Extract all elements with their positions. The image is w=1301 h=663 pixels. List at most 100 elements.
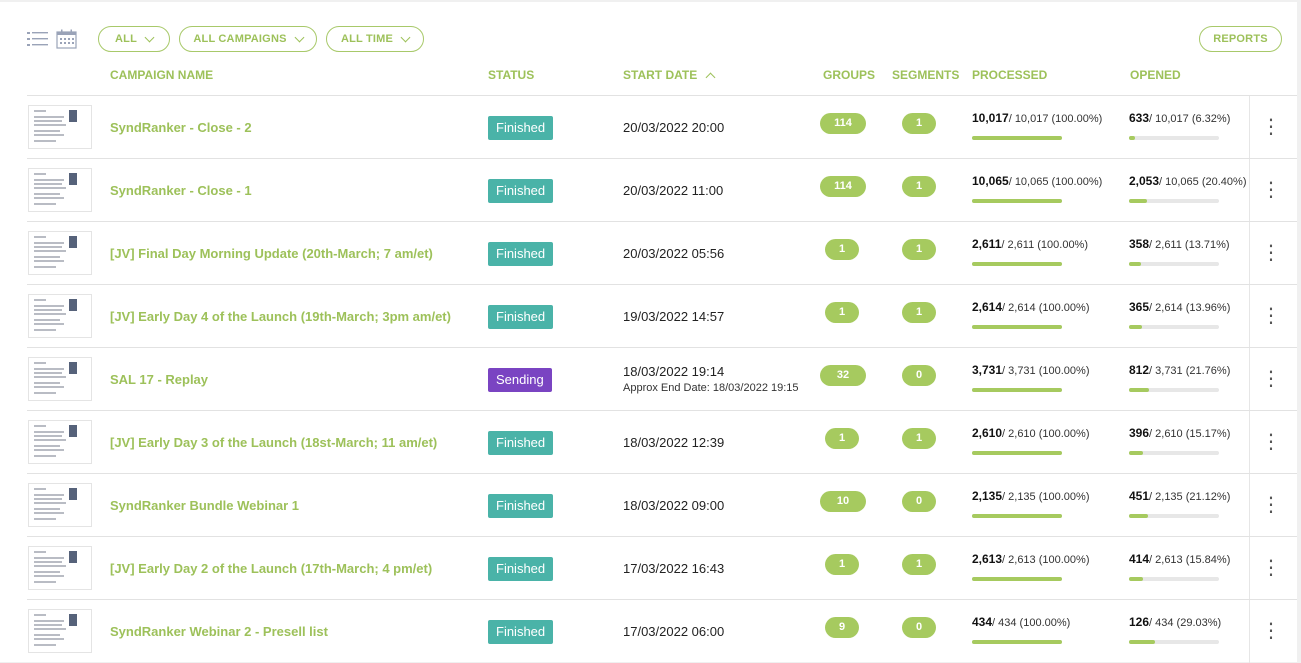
- col-opened[interactable]: OPENED: [1130, 68, 1181, 82]
- email-thumbnail[interactable]: [28, 546, 92, 590]
- col-groups[interactable]: GROUPS: [823, 68, 875, 82]
- segments-badge[interactable]: 1: [902, 428, 936, 449]
- groups-badge[interactable]: 114: [820, 176, 866, 197]
- table-row[interactable]: [JV] Final Day Morning Update (20th-Marc…: [27, 221, 1297, 285]
- kebab-menu-icon[interactable]: ⋮: [1261, 303, 1281, 329]
- table-row[interactable]: [JV] Early Day 4 of the Launch (19th-Mar…: [27, 284, 1297, 348]
- campaign-name-link[interactable]: SyndRanker - Close - 1: [110, 183, 252, 198]
- email-thumbnail[interactable]: [28, 420, 92, 464]
- filter-campaigns-dropdown[interactable]: ALL CAMPAIGNS: [179, 26, 317, 52]
- kebab-menu-icon[interactable]: ⋮: [1261, 555, 1281, 581]
- campaign-name-link[interactable]: SyndRanker - Close - 2: [110, 120, 252, 135]
- opened-progress-bar: [1129, 262, 1219, 266]
- kebab-menu-icon[interactable]: ⋮: [1261, 492, 1281, 518]
- kebab-menu-icon[interactable]: ⋮: [1261, 366, 1281, 392]
- email-thumbnail[interactable]: [28, 483, 92, 527]
- opened-value: 414/ 2,613 (15.84%): [1129, 552, 1230, 566]
- thumbnail-line: [34, 449, 64, 451]
- col-campaign-name[interactable]: CAMPAIGN NAME: [110, 68, 213, 82]
- campaign-name-link[interactable]: [JV] Early Day 2 of the Launch (17th-Mar…: [110, 561, 432, 576]
- email-thumbnail[interactable]: [28, 357, 92, 401]
- thumbnail-line: [34, 386, 64, 388]
- table-row[interactable]: SAL 17 - Replay Sending 18/03/2022 19:14…: [27, 347, 1297, 411]
- email-thumbnail[interactable]: [28, 609, 92, 653]
- thumbnail-line: [34, 313, 66, 315]
- opened-value: 358/ 2,611 (13.71%): [1129, 237, 1230, 251]
- col-status[interactable]: STATUS: [488, 68, 534, 82]
- thumbnail-line: [34, 445, 60, 447]
- opened-count: 126: [1129, 615, 1150, 629]
- email-thumbnail[interactable]: [28, 105, 92, 149]
- col-processed[interactable]: PROCESSED: [972, 68, 1047, 82]
- status-badge: Finished: [488, 179, 554, 203]
- opened-progress-bar: [1129, 388, 1219, 392]
- email-thumbnail[interactable]: [28, 231, 92, 275]
- chevron-down-icon: [144, 32, 155, 42]
- groups-badge[interactable]: 1: [825, 239, 859, 260]
- opened-total: / 2,135 (21.12%): [1149, 491, 1231, 503]
- table-row[interactable]: SyndRanker - Close - 1 Finished 20/03/20…: [27, 158, 1297, 222]
- email-thumbnail[interactable]: [28, 294, 92, 338]
- segments-badge[interactable]: 0: [902, 365, 936, 386]
- thumbnail-image: [69, 173, 77, 185]
- thumbnail-line: [34, 425, 46, 427]
- email-thumbnail[interactable]: [28, 168, 92, 212]
- approx-end-date: Approx End Date: 18/03/2022 19:15: [623, 382, 799, 394]
- campaign-name-link[interactable]: [JV] Final Day Morning Update (20th-Marc…: [110, 246, 433, 261]
- thumbnail-line: [34, 110, 46, 112]
- column-divider: [1249, 96, 1250, 159]
- table-row[interactable]: [JV] Early Day 3 of the Launch (18st-Mar…: [27, 410, 1297, 474]
- thumbnail-line: [34, 644, 56, 646]
- kebab-menu-icon[interactable]: ⋮: [1261, 114, 1281, 140]
- opened-count: 358: [1129, 237, 1150, 251]
- table-row[interactable]: [JV] Early Day 2 of the Launch (17th-Mar…: [27, 536, 1297, 600]
- campaign-name-link[interactable]: [JV] Early Day 3 of the Launch (18st-Mar…: [110, 435, 437, 450]
- kebab-menu-icon[interactable]: ⋮: [1261, 240, 1281, 266]
- thumbnail-line: [34, 236, 46, 238]
- segments-badge[interactable]: 0: [902, 491, 936, 512]
- table-row[interactable]: SyndRanker - Close - 2 Finished 20/03/20…: [27, 95, 1297, 159]
- column-divider: [1249, 474, 1250, 537]
- calendar-icon[interactable]: [56, 29, 78, 49]
- thumbnail-line: [34, 494, 64, 496]
- campaign-name-link[interactable]: SAL 17 - Replay: [110, 372, 208, 387]
- campaign-name-link[interactable]: SyndRanker Webinar 2 - Presell list: [110, 624, 328, 639]
- processed-count: 10,065: [972, 174, 1009, 188]
- processed-value: 434/ 434 (100.00%): [972, 615, 1070, 629]
- thumbnail-line: [34, 431, 64, 433]
- segments-badge[interactable]: 1: [902, 302, 936, 323]
- kebab-menu-icon[interactable]: ⋮: [1261, 177, 1281, 203]
- opened-value: 451/ 2,135 (21.12%): [1129, 489, 1230, 503]
- table-row[interactable]: SyndRanker Bundle Webinar 1 Finished 18/…: [27, 473, 1297, 537]
- status-badge: Finished: [488, 242, 554, 266]
- table-row[interactable]: SyndRanker Webinar 2 - Presell list Fini…: [27, 599, 1297, 663]
- groups-badge[interactable]: 1: [825, 554, 859, 575]
- kebab-menu-icon[interactable]: ⋮: [1261, 429, 1281, 455]
- segments-badge[interactable]: 1: [902, 554, 936, 575]
- col-start-date[interactable]: START DATE: [623, 68, 716, 83]
- segments-badge[interactable]: 1: [902, 239, 936, 260]
- campaign-name-link[interactable]: SyndRanker Bundle Webinar 1: [110, 498, 299, 513]
- groups-badge[interactable]: 114: [820, 113, 866, 134]
- groups-badge[interactable]: 9: [825, 617, 859, 638]
- list-view-icon[interactable]: [27, 30, 49, 50]
- col-segments[interactable]: SEGMENTS: [892, 68, 959, 82]
- thumbnail-line: [34, 134, 64, 136]
- segments-badge[interactable]: 0: [902, 617, 936, 638]
- groups-badge[interactable]: 32: [820, 365, 866, 386]
- segments-badge[interactable]: 1: [902, 176, 936, 197]
- start-date: 18/03/2022 12:39: [623, 435, 725, 450]
- groups-badge[interactable]: 10: [820, 491, 866, 512]
- kebab-menu-icon[interactable]: ⋮: [1261, 618, 1281, 644]
- opened-progress-bar: [1129, 640, 1219, 644]
- segments-badge[interactable]: 1: [902, 113, 936, 134]
- campaign-name-link[interactable]: [JV] Early Day 4 of the Launch (19th-Mar…: [110, 309, 451, 324]
- filter-all-dropdown[interactable]: ALL: [98, 26, 170, 52]
- column-divider: [1249, 348, 1250, 411]
- groups-badge[interactable]: 1: [825, 302, 859, 323]
- processed-total: / 3,731 (100.00%): [1002, 365, 1090, 377]
- thumbnail-line: [34, 120, 62, 122]
- filter-time-dropdown[interactable]: ALL TIME: [326, 26, 424, 52]
- groups-badge[interactable]: 1: [825, 428, 859, 449]
- reports-button[interactable]: REPORTS: [1199, 26, 1282, 52]
